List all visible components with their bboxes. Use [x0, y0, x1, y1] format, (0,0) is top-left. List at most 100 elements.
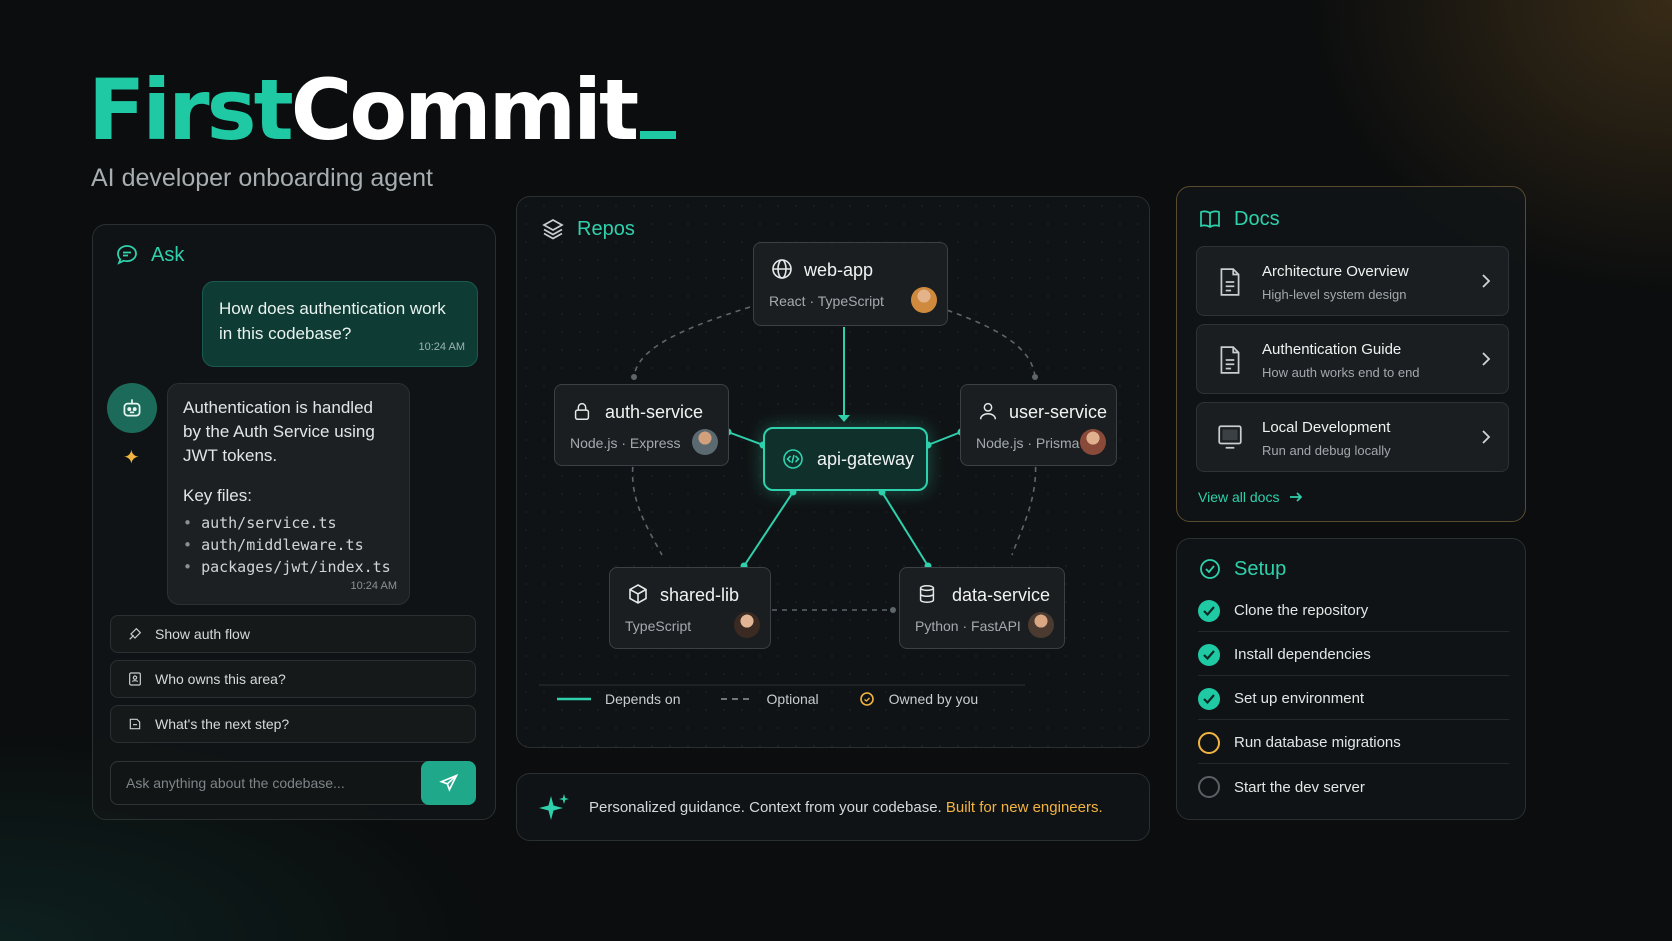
repo-meta: Node.js · Prisma [976, 435, 1080, 451]
setup-step-migrations[interactable]: Run database migrations [1198, 722, 1509, 764]
brand-logo: FirstCommit [88, 68, 677, 152]
suggestion-who-owns[interactable]: Who owns this area? [110, 660, 476, 698]
doc-title: Architecture Overview [1262, 263, 1409, 280]
lock-icon [571, 399, 593, 423]
edge-gateway-dataservice [881, 491, 929, 567]
legend-optional: Optional [720, 691, 819, 707]
bot-message-time: 10:24 AM [350, 580, 397, 592]
setup-step-environment[interactable]: Set up environment [1198, 678, 1509, 720]
doc-subtitle: How auth works end to end [1262, 365, 1420, 380]
repo-name: user-service [1009, 402, 1108, 422]
avatar [911, 287, 937, 313]
docs-title: Docs [1234, 207, 1280, 230]
doc-architecture-overview[interactable]: Architecture Overview High-level system … [1196, 246, 1509, 316]
owner-icon [127, 671, 143, 687]
chevron-right-icon [1480, 429, 1492, 445]
footer-text: Personalized guidance. Context from your… [589, 799, 1103, 816]
suggestion-next-step[interactable]: What's the next step? [110, 705, 476, 743]
repo-node-web-app[interactable]: web-app React · TypeScript [753, 242, 948, 326]
globe-icon [770, 257, 794, 281]
edge-auth-gateway [727, 431, 764, 446]
avatar [1080, 429, 1106, 455]
repo-node-api-gateway[interactable]: api-gateway [763, 427, 928, 491]
repo-name: api-gateway [817, 448, 915, 469]
book-icon [1198, 207, 1222, 231]
key-file[interactable]: auth/service.ts [183, 512, 394, 534]
repo-name: data-service [952, 585, 1051, 605]
send-button[interactable] [421, 761, 476, 805]
step-done-icon [1198, 643, 1220, 666]
footer-bar: Personalized guidance. Context from your… [516, 773, 1150, 841]
step-label: Set up environment [1234, 690, 1365, 707]
brand-commit: Commit [290, 61, 639, 159]
suggestion-show-auth-flow[interactable]: Show auth flow [110, 615, 476, 653]
flow-icon [127, 626, 143, 642]
doc-local-development[interactable]: Local Development Run and debug locally [1196, 402, 1509, 472]
key-file[interactable]: auth/middleware.ts [183, 534, 394, 556]
setup-title: Setup [1234, 557, 1287, 580]
suggestion-label: Who owns this area? [155, 671, 286, 687]
sparkle-icon: ✦ [123, 447, 140, 469]
repo-name: auth-service [605, 402, 704, 422]
user-message: How does authentication work in this cod… [202, 281, 478, 367]
step-done-icon [1198, 687, 1220, 710]
footer-accent-text: Built for new engineers. [945, 798, 1103, 816]
avatar [734, 612, 760, 638]
doc-authentication-guide[interactable]: Authentication Guide How auth works end … [1196, 324, 1509, 394]
view-all-docs-link[interactable]: View all docs [1198, 489, 1303, 505]
graph-legend: Depends on Optional Owned by you [557, 691, 1018, 707]
edge-optional [937, 306, 1036, 378]
repo-name: web-app [804, 260, 874, 280]
doc-subtitle: Run and debug locally [1262, 443, 1391, 458]
next-step-icon [127, 716, 143, 732]
edge-user-gateway [927, 431, 962, 446]
step-label: Start the dev server [1234, 778, 1365, 796]
ask-input-container [110, 761, 476, 805]
edge-gateway-sharedlib [743, 491, 794, 567]
avatar [692, 429, 718, 455]
ask-input[interactable] [111, 762, 421, 804]
edge-optional [633, 306, 751, 378]
repo-name: shared-lib [660, 585, 740, 605]
setup-step-install[interactable]: Install dependencies [1198, 634, 1509, 676]
cursor-mark [640, 131, 677, 139]
document-icon [1217, 267, 1243, 297]
suggestion-label: What's the next step? [155, 716, 290, 732]
doc-subtitle: High-level system design [1262, 287, 1407, 302]
edge-optional [631, 456, 663, 556]
repos-panel: Repos web-app React · TypeScript auth-se… [516, 196, 1150, 748]
arrow-right-icon [1289, 491, 1303, 503]
check-circle-icon [1198, 557, 1222, 581]
setup-step-clone[interactable]: Clone the repository [1198, 590, 1509, 632]
avatar [1028, 612, 1054, 638]
repo-node-user-service[interactable]: user-service Node.js · Prisma [960, 384, 1117, 466]
setup-step-dev-server[interactable]: Start the dev server [1198, 766, 1509, 808]
user-icon [977, 399, 999, 423]
step-label: Clone the repository [1234, 602, 1369, 619]
dashed-line-icon [720, 698, 753, 700]
step-label: Run database migrations [1234, 734, 1401, 751]
code-icon [781, 447, 805, 471]
legend-label: Owned by you [888, 691, 979, 707]
legend-label: Optional [766, 691, 819, 707]
repo-node-shared-lib[interactable]: shared-lib TypeScript [609, 567, 771, 649]
document-icon [1217, 345, 1243, 375]
key-files-list: auth/service.ts auth/middleware.ts packa… [183, 512, 394, 578]
setup-header: Setup [1198, 557, 1286, 581]
suggestion-label: Show auth flow [155, 626, 250, 642]
repo-node-data-service[interactable]: data-service Python · FastAPI [899, 567, 1065, 649]
bot-message: Authentication is handled by the Auth Se… [167, 383, 410, 605]
brand-first: First [88, 61, 294, 159]
repo-node-auth-service[interactable]: auth-service Node.js · Express [554, 384, 729, 466]
edge-optional [1011, 456, 1037, 556]
chevron-right-icon [1480, 351, 1492, 367]
step-label: Install dependencies [1234, 646, 1371, 663]
bot-avatar [107, 383, 157, 433]
tagline: AI developer onboarding agent [91, 164, 433, 192]
solid-line-icon [557, 697, 591, 701]
chat-icon [115, 243, 139, 267]
step-done-icon [1198, 599, 1220, 622]
database-icon [916, 582, 938, 606]
monitor-icon [1217, 423, 1243, 451]
footer-main-text: Personalized guidance. Context from your… [589, 798, 942, 816]
